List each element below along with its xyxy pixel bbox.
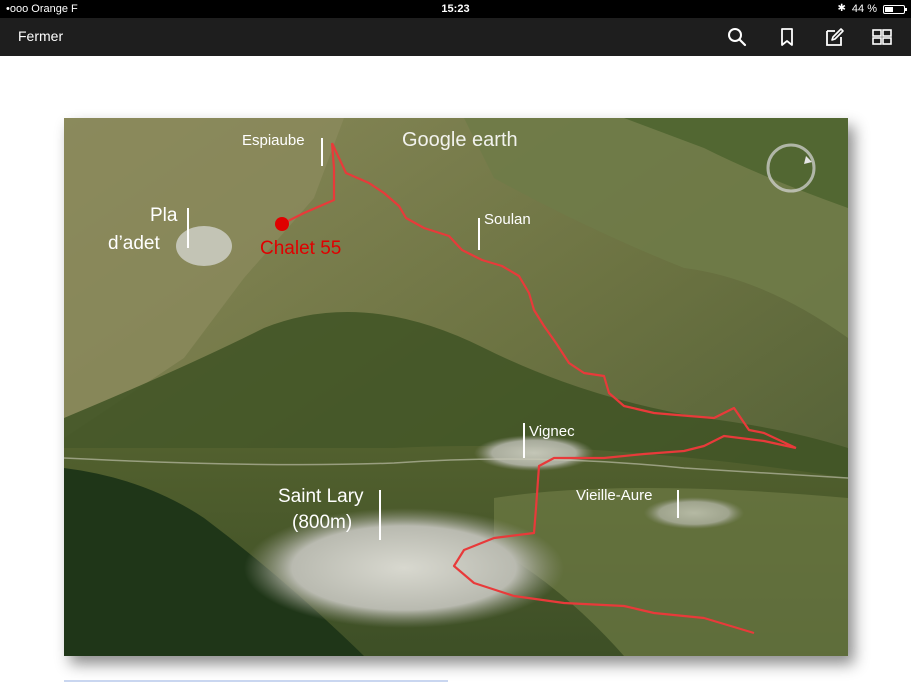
bluetooth-icon: ✱ <box>837 3 846 14</box>
label-soulan: Soulan <box>484 211 531 228</box>
label-chalet: Chalet 55 <box>260 238 341 259</box>
battery-icon <box>883 4 907 14</box>
map-svg: Google earth Espiaube Pla d’adet Chalet … <box>64 118 848 656</box>
town-vieille-aure <box>644 497 744 529</box>
search-icon[interactable] <box>726 26 748 48</box>
label-vignec: Vignec <box>529 423 575 440</box>
edit-icon[interactable] <box>823 26 845 48</box>
town-vignec <box>474 435 594 471</box>
label-adet: d’adet <box>108 233 160 254</box>
status-bar: •ooo Orange F 15:23 ✱ 44 % <box>0 0 911 18</box>
page-edge <box>64 680 448 682</box>
grid-view-icon[interactable] <box>871 26 893 48</box>
chalet-marker[interactable] <box>275 217 289 231</box>
battery-fill <box>885 6 893 12</box>
top-toolbar: Fermer <box>0 18 911 56</box>
close-button[interactable]: Fermer <box>18 28 63 44</box>
label-espiaube: Espiaube <box>242 132 305 149</box>
label-saint-lary: Saint Lary <box>278 486 364 507</box>
battery-percent: 44 % <box>851 3 877 15</box>
satellite-map: Google earth Espiaube Pla d’adet Chalet … <box>64 118 848 656</box>
status-right: ✱ 44 % <box>837 0 907 18</box>
clock: 15:23 <box>441 3 470 15</box>
google-earth-watermark: Google earth <box>402 129 518 151</box>
resort-pla-adet <box>176 226 232 266</box>
label-altitude: (800m) <box>292 512 352 533</box>
label-vieille-aure: Vieille-Aure <box>576 487 652 504</box>
label-pla: Pla <box>150 205 178 226</box>
bookmark-icon[interactable] <box>776 26 798 48</box>
